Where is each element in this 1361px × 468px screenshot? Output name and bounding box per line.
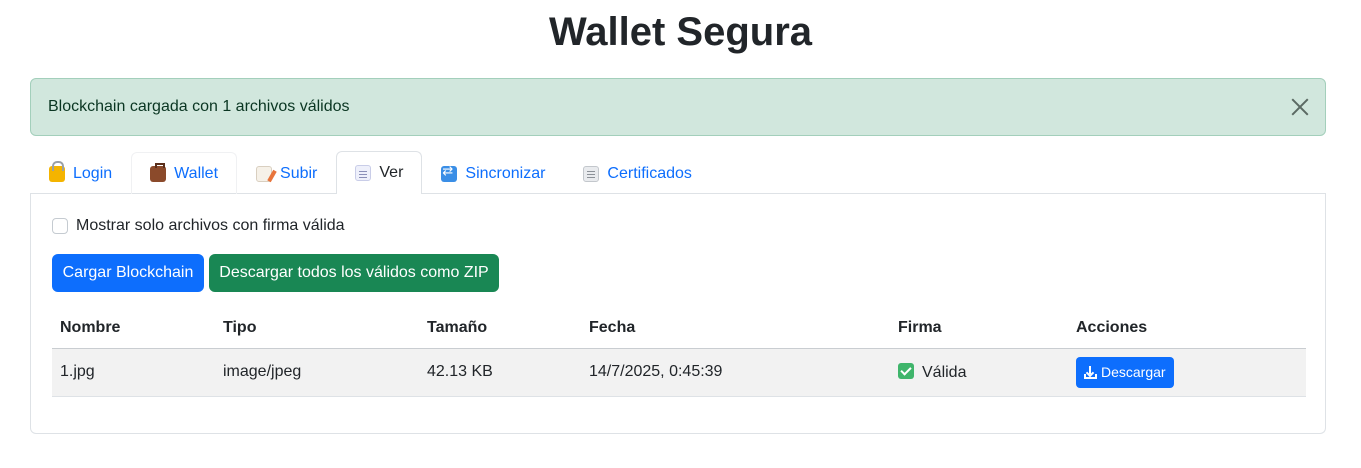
download-icon [1084,365,1097,379]
sync-icon [441,164,458,182]
table-header-row: Nombre Tipo Tamaño Fecha Firma Acciones [52,309,1306,349]
download-button[interactable]: Descargar [1076,356,1174,388]
tab-label: Sincronizar [465,164,546,182]
tab-certificados[interactable]: Certificados [564,152,710,194]
load-blockchain-button[interactable]: Cargar Blockchain [52,254,204,292]
check-icon [898,362,914,379]
header-nombre: Nombre [52,309,215,349]
download-label: Descargar [1101,364,1166,380]
tab-label: Ver [379,164,404,181]
view-panel: Mostrar solo archivos con firma válida C… [30,193,1326,434]
success-alert: Blockchain cargada con 1 archivos válido… [30,78,1326,136]
valid-filter[interactable]: Mostrar solo archivos con firma válida [52,217,345,235]
filter-label: Mostrar solo archivos con firma válida [76,217,345,234]
files-table: Nombre Tipo Tamaño Fecha Firma Acciones … [52,309,1306,397]
tab-label: Login [73,164,113,182]
receipt-icon [583,165,600,182]
table-row: 1.jpg image/jpeg 42.13 KB 14/7/2025, 0:4… [52,348,1306,397]
cell-size: 42.13 KB [419,348,581,397]
tab-bar: Login Wallet Subir Ver Sincronizar Certi… [30,151,1326,194]
tab-label: Subir [280,164,318,182]
header-tipo: Tipo [215,309,419,349]
signature-status: Válida [922,363,967,381]
briefcase-icon [150,162,167,182]
valid-only-checkbox[interactable] [52,218,68,234]
header-acciones: Acciones [1068,309,1306,349]
tab-subir[interactable]: Subir [237,152,336,194]
tab-label: Wallet [174,164,219,182]
cell-date: 14/7/2025, 0:45:39 [581,348,890,397]
header-firma: Firma [890,309,1068,349]
page-icon [355,165,372,181]
cell-name: 1.jpg [52,348,215,397]
tab-sincronizar[interactable]: Sincronizar [422,152,564,194]
header-tamano: Tamaño [419,309,581,349]
cell-signature: Válida [890,348,1068,397]
tab-wallet[interactable]: Wallet [131,152,238,194]
lock-icon [49,160,65,182]
alert-message: Blockchain cargada con 1 archivos válido… [48,98,350,115]
tab-ver[interactable]: Ver [336,151,423,194]
cell-type: image/jpeg [215,348,419,397]
download-zip-button[interactable]: Descargar todos los válidos como ZIP [209,254,499,292]
tab-login[interactable]: Login [30,152,131,194]
header-fecha: Fecha [581,309,890,349]
close-icon[interactable] [1289,96,1311,118]
page-title: Wallet Segura [548,10,813,54]
cell-actions: Descargar [1068,348,1306,397]
tab-label: Certificados [607,164,692,182]
memo-icon [256,165,273,182]
